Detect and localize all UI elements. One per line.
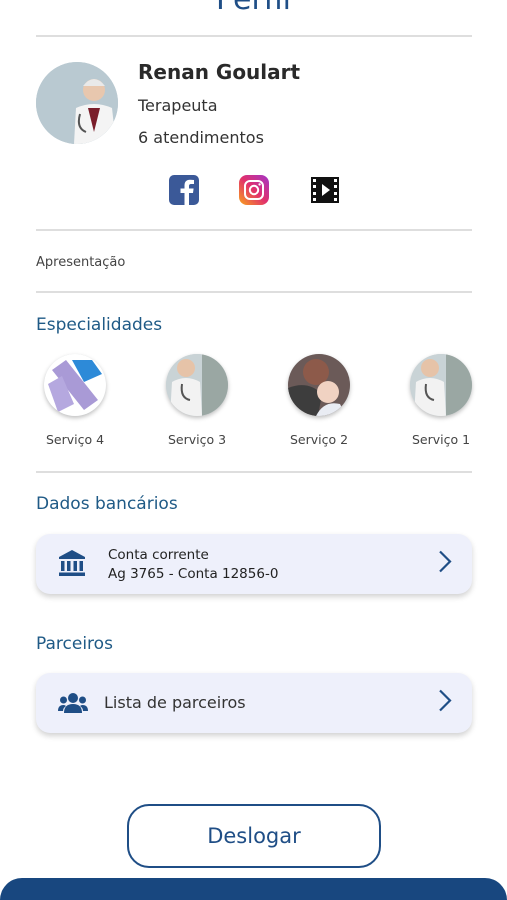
chevron-right-icon [438, 550, 452, 579]
account-details: Ag 3765 - Conta 12856-0 [108, 566, 279, 582]
facebook-icon[interactable] [169, 175, 199, 205]
profile-name: Renan Goulart [138, 60, 301, 84]
divider [36, 291, 472, 293]
users-icon [58, 691, 88, 720]
service-label: Serviço 2 [289, 432, 349, 447]
bank-title: Dados bancários [36, 494, 178, 514]
avatar [36, 62, 118, 144]
profile-role: Terapeuta [138, 96, 218, 115]
account-type: Conta corrente [108, 547, 209, 563]
page-title: Perfil [0, 0, 507, 17]
partners-list-card[interactable]: Lista de parceiros [36, 673, 472, 733]
bank-icon [58, 549, 86, 582]
instagram-icon[interactable] [239, 175, 269, 205]
service-image [288, 354, 350, 416]
partners-title: Parceiros [36, 634, 113, 654]
appointments-count: 6 atendimentos [138, 128, 264, 147]
service-item[interactable]: Serviço 2 [274, 354, 364, 447]
video-icon[interactable] [310, 175, 340, 205]
service-label: Serviço 3 [167, 432, 227, 447]
specialties-title: Especialidades [36, 315, 163, 335]
bank-account-card[interactable]: Conta corrente Ag 3765 - Conta 12856-0 [36, 534, 472, 594]
service-image [44, 354, 106, 416]
service-item[interactable]: Serviço 3 [152, 354, 242, 447]
service-image [410, 354, 472, 416]
bottom-bar [0, 878, 507, 900]
partners-list-label: Lista de parceiros [104, 693, 246, 712]
service-image [166, 354, 228, 416]
chevron-right-icon [438, 689, 452, 718]
service-item[interactable]: Serviço 1 [396, 354, 486, 447]
service-label: Serviço 4 [45, 432, 105, 447]
presentation-label[interactable]: Apresentação [36, 255, 125, 270]
service-label: Serviço 1 [411, 432, 471, 447]
divider [36, 229, 472, 231]
service-item[interactable]: Serviço 4 [30, 354, 120, 447]
divider [36, 35, 472, 37]
divider [36, 471, 472, 473]
logout-button[interactable]: Deslogar [127, 804, 381, 868]
